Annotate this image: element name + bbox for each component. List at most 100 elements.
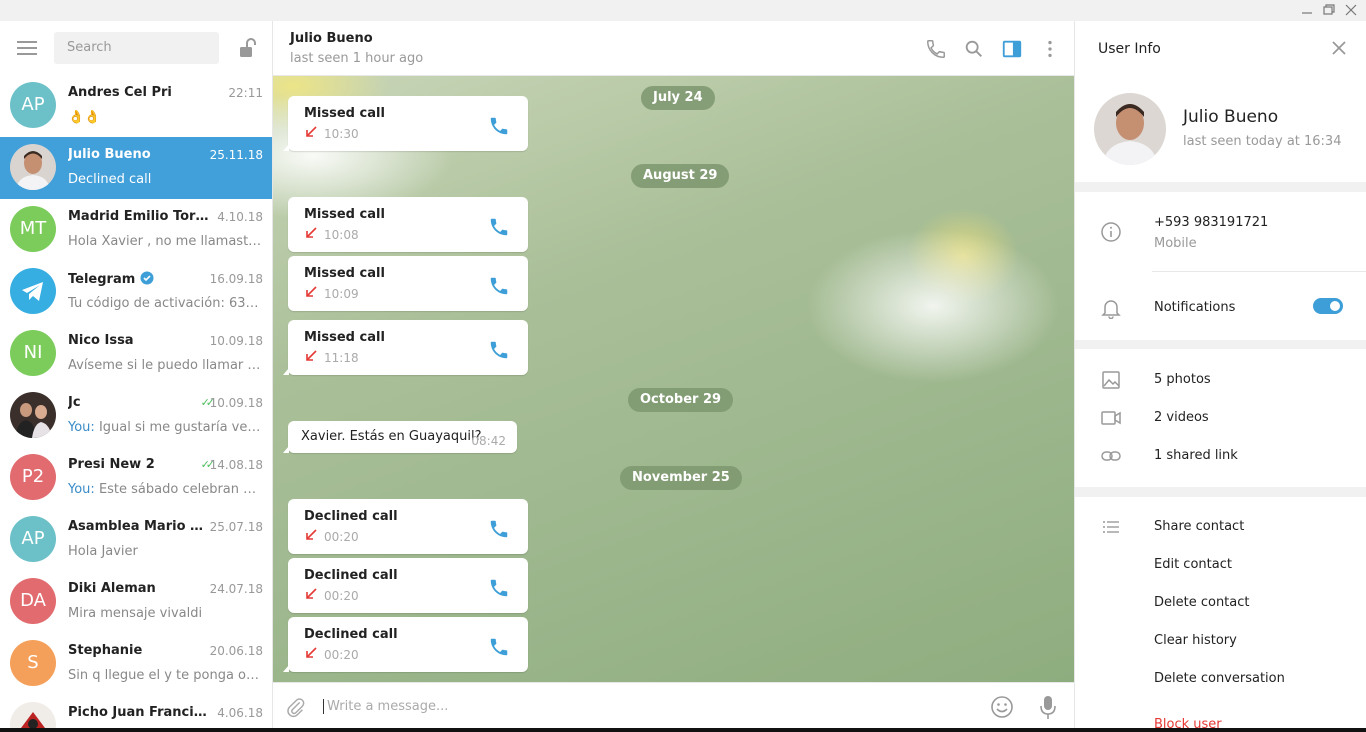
call-back-phone-icon[interactable] [488,339,510,361]
chat-preview: You: Igual si me gustaría verlo s... [68,420,264,435]
chat-item-telegram[interactable]: Telegram 16.09.18 Tu código de activació… [0,261,272,323]
call-message[interactable]: Missed call 10:09 [288,256,528,311]
avatar [10,144,56,190]
date-separator: July 24 [641,86,715,110]
shared-media-section: 5 photos 2 videos 1 shared link [1075,349,1366,487]
text-message[interactable]: Xavier. Estás en Guayaquil? 08:42 [283,421,517,453]
chat-name: Andres Cel Pri [68,85,172,100]
chat-item-nico[interactable]: NI Nico Issa 10.09.18 Avíseme si le pued… [0,323,272,385]
chat-item-julio[interactable]: Julio Bueno 25.11.18 Declined call [0,137,272,199]
microphone-icon[interactable] [1038,694,1058,720]
chat-name: Diki Aleman [68,581,156,596]
call-message[interactable]: Declined call 00:20 [288,499,528,554]
toggle-info-panel-icon[interactable] [1001,38,1023,60]
edit-contact-button[interactable]: Edit contact [1154,557,1232,572]
clear-history-button[interactable]: Clear history [1154,633,1237,648]
call-message[interactable]: Declined call 00:20 [283,617,528,672]
chat-item-diki[interactable]: DA Diki Aleman 24.07.18 Mira mensaje viv… [0,571,272,633]
videos-link[interactable]: 2 videos [1154,410,1209,425]
close-window-icon[interactable] [1343,3,1359,17]
chat-preview: You: Este sábado celebran 4 a... [68,482,264,497]
chat-name: Julio Bueno [68,147,151,162]
photo-icon [1102,371,1120,389]
chat-date: 24.07.18 [209,582,263,596]
delete-contact-button[interactable]: Delete contact [1154,595,1250,610]
declined-call-arrow-icon [306,647,317,658]
chat-date: 25.11.18 [209,148,263,162]
close-icon[interactable] [1331,40,1347,56]
share-contact-button[interactable]: Share contact [1154,519,1244,534]
phone-number[interactable]: +593 983191721 [1154,215,1268,230]
call-title: Missed call [304,330,385,345]
peer-status: last seen 1 hour ago [290,51,424,66]
attach-paperclip-icon[interactable] [285,696,307,718]
chat-preview: Declined call [68,172,152,187]
notifications-toggle[interactable] [1313,298,1343,314]
conversation-panel: Julio Bueno last seen 1 hour ago July 24… [273,21,1074,732]
avatar: MT [10,206,56,252]
restore-icon[interactable] [1321,3,1337,17]
call-message[interactable]: Missed call 10:08 [288,197,528,252]
call-message[interactable]: Missed call 11:18 [283,320,528,375]
call-back-phone-icon[interactable] [488,636,510,658]
chat-date: 14.08.18 [209,458,263,472]
profile-avatar[interactable] [1094,93,1166,165]
message-text: Xavier. Estás en Guayaquil? [301,429,482,444]
message-composer: Write a message... [273,682,1074,732]
call-back-phone-icon[interactable] [488,518,510,540]
message-history[interactable]: July 24 Missed call 10:30 August 29 Miss… [273,76,1074,682]
chat-item-asamblea[interactable]: AP Asamblea Mario Paz... 25.07.18 Hola J… [0,509,272,571]
more-options-icon[interactable] [1039,38,1061,60]
link-icon [1101,451,1121,461]
chat-date: 16.09.18 [209,272,263,286]
search-input[interactable]: Search [54,32,219,64]
app: Search AP Andres Cel Pri 22:11 👌👌 Julio … [0,21,1366,732]
search-icon[interactable] [963,38,985,60]
chat-preview: Sin q llegue el y te ponga obstá... [68,668,264,683]
message-time: 08:42 [471,434,506,448]
call-title: Missed call [304,266,385,281]
user-info-panel: User Info Julio Bueno last seen today at… [1074,21,1366,732]
call-back-phone-icon[interactable] [488,577,510,599]
chat-item-madrid[interactable]: MT Madrid Emilio Torres 4.10.18 Hola Xav… [0,199,272,261]
bell-icon [1101,300,1121,319]
call-back-phone-icon[interactable] [488,216,510,238]
call-back-phone-icon[interactable] [488,275,510,297]
call-time: 10:30 [324,127,359,141]
avatar: AP [10,82,56,128]
emoji-smile-icon[interactable] [990,695,1014,719]
chat-item-andres[interactable]: AP Andres Cel Pri 22:11 👌👌 [0,75,272,137]
message-input[interactable]: Write a message... [323,699,448,714]
chat-date: 4.06.18 [217,706,263,720]
chat-item-picho[interactable]: Picho Juan Francisco 4.06.18 [0,695,272,732]
user-info-header: User Info Julio Bueno last seen today at… [1075,21,1366,182]
peer-name[interactable]: Julio Bueno [290,31,373,46]
minimize-icon[interactable] [1299,3,1315,17]
shared-links-link[interactable]: 1 shared link [1154,448,1238,463]
chat-item-presi[interactable]: P2 Presi New 2 ✓✓ 14.08.18 You: Este sáb… [0,447,272,509]
delete-conversation-button[interactable]: Delete conversation [1154,671,1285,686]
chat-preview: 👌👌 [68,110,101,125]
unlock-icon[interactable] [238,37,258,59]
notifications-label: Notifications [1154,300,1236,315]
chat-date: 10.09.18 [209,396,263,410]
chat-name: Madrid Emilio Torres [68,209,210,224]
hamburger-menu-icon[interactable] [17,41,37,55]
call-message[interactable]: Missed call 10:30 [283,96,528,151]
call-title: Declined call [304,627,398,642]
chat-item-stephanie[interactable]: S Stephanie 20.06.18 Sin q llegue el y t… [0,633,272,695]
chat-item-jc[interactable]: Jc ✓✓ 10.09.18 You: Igual si me gustaría… [0,385,272,447]
profile-last-seen: last seen today at 16:34 [1183,134,1342,149]
phone-call-icon[interactable] [925,38,947,60]
chat-date: 25.07.18 [209,520,263,534]
contact-actions-section: Share contact Edit contact Delete contac… [1075,497,1366,732]
call-title: Missed call [304,207,385,222]
chat-preview: Avíseme si le puedo llamar por ... [68,358,264,373]
date-separator: August 29 [631,164,730,188]
call-back-phone-icon[interactable] [488,115,510,137]
photos-link[interactable]: 5 photos [1154,372,1211,387]
avatar: DA [10,578,56,624]
date-separator: October 29 [628,388,734,412]
call-message[interactable]: Declined call 00:20 [288,558,528,613]
chat-name: Nico Issa [68,333,134,348]
